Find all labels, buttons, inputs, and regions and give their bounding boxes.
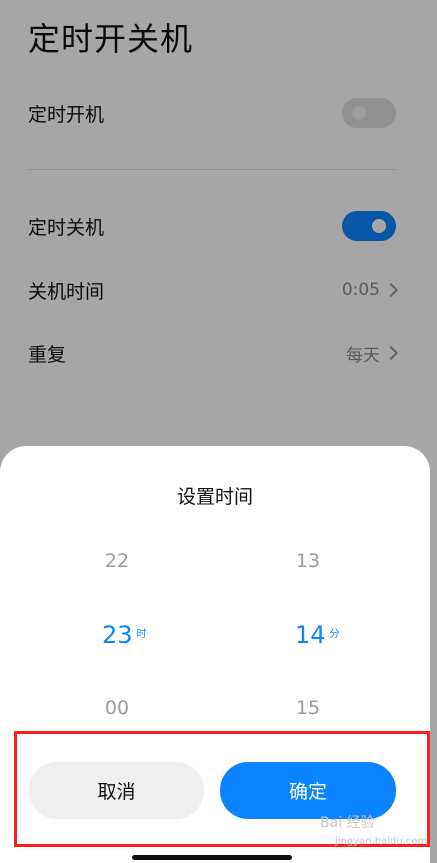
minute-selected-value: 14	[295, 621, 326, 649]
home-indicator[interactable]	[132, 855, 292, 860]
cancel-button[interactable]: 取消	[29, 762, 204, 819]
hour-next[interactable]: 00	[87, 697, 147, 719]
hour-selected[interactable]: 23 时	[102, 621, 147, 649]
sheet-title: 设置时间	[176, 486, 253, 508]
hour-prev[interactable]: 22	[87, 550, 147, 572]
hour-selected-value: 23	[102, 621, 133, 649]
minute-unit: 分	[329, 629, 340, 640]
confirm-button[interactable]: 确定	[220, 762, 396, 819]
hour-unit: 时	[136, 629, 147, 640]
watermark-sub: jingyan.baidu.com	[335, 836, 428, 847]
minute-next[interactable]: 15	[278, 697, 338, 719]
watermark: Bai 经验	[320, 815, 375, 831]
minute-prev[interactable]: 13	[278, 550, 338, 572]
minute-selected[interactable]: 14 分	[295, 621, 340, 649]
